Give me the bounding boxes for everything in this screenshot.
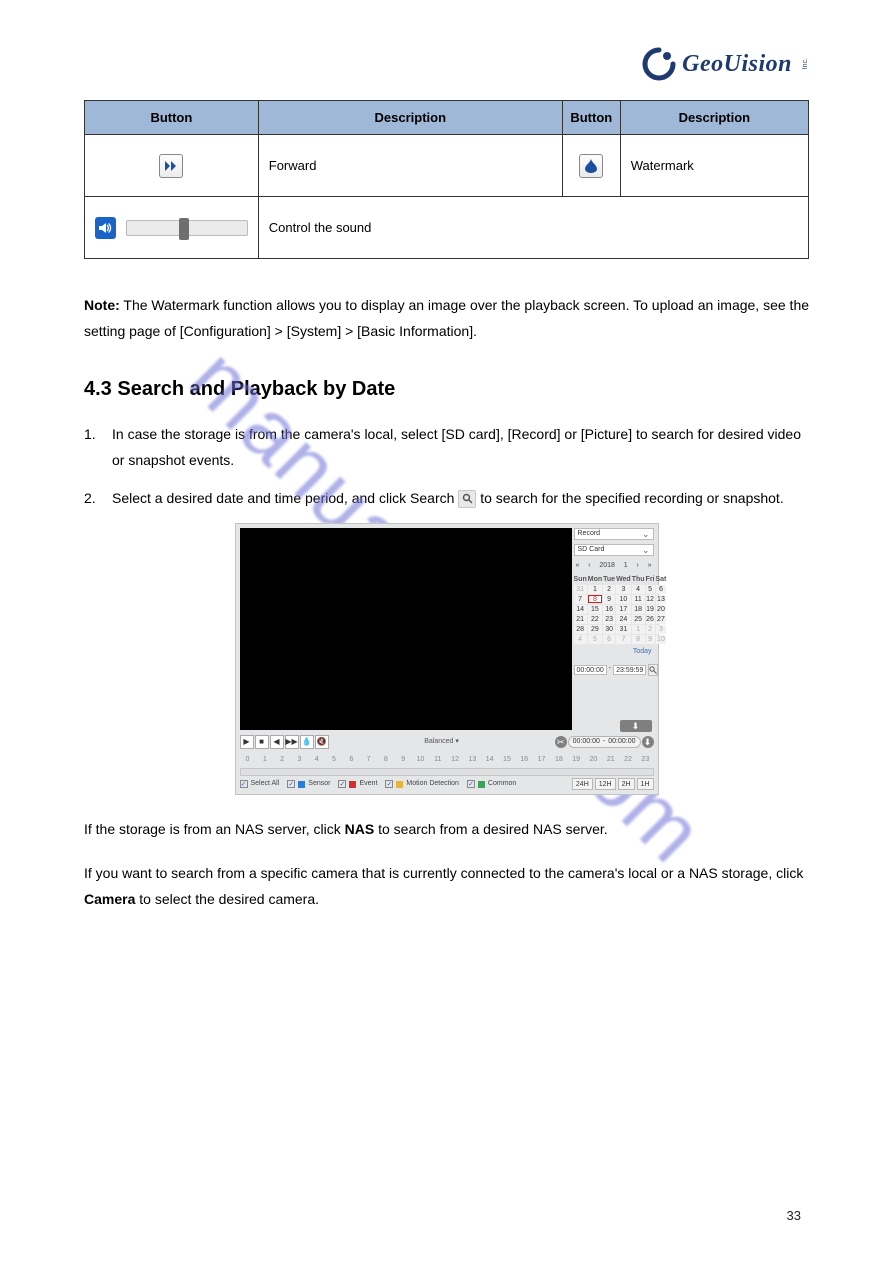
watermark-desc: Watermark <box>620 135 808 197</box>
followup-2: If you want to search from a specific ca… <box>84 861 809 913</box>
rewind-button[interactable]: ◀ <box>270 735 284 749</box>
mute-button[interactable]: 🔇 <box>315 735 329 749</box>
filter-select-all[interactable]: ✓Select All <box>240 778 280 791</box>
followup-1: If the storage is from an NAS server, cl… <box>84 817 809 843</box>
cal-month: 1 <box>624 560 628 573</box>
filter-sensor[interactable]: ✓Sensor <box>287 778 330 791</box>
clip-save-icon[interactable]: ⬇ <box>642 736 654 748</box>
step-2: 2. Select a desired date and time period… <box>84 486 809 512</box>
volume-slider <box>126 220 248 236</box>
th-desc-2: Description <box>620 101 808 135</box>
brand-wordmark: GeoUision <box>682 51 792 78</box>
brand-inc: Inc. <box>802 58 809 69</box>
time-to-input[interactable]: 23:59:59 <box>613 665 646 675</box>
zoom-2h[interactable]: 2H <box>618 778 635 790</box>
th-desc-1: Description <box>258 101 562 135</box>
forward-button[interactable]: ▶▶ <box>285 735 299 749</box>
playback-screenshot: Record SD Card « ‹ 2018 1 › » SunMonTueW… <box>235 523 659 795</box>
filter-event[interactable]: ✓Event <box>338 778 377 791</box>
time-sep: - <box>609 663 611 676</box>
calendar-header: « ‹ 2018 1 › » <box>574 560 654 573</box>
search-icon <box>458 490 476 508</box>
storage-dropdown[interactable]: SD Card <box>574 544 654 556</box>
step-2-text-b: to search for the specified recording or… <box>480 490 784 506</box>
page-number: 33 <box>787 1208 801 1223</box>
volume-desc: Control the sound <box>258 197 808 259</box>
brand-logo-icon <box>642 47 676 81</box>
quality-dropdown[interactable]: Balanced <box>330 736 554 749</box>
controls-table: Button Description Button Description Fo… <box>84 100 809 259</box>
th-button-2: Button <box>562 101 620 135</box>
brand-header: GeoUision Inc. <box>84 44 809 84</box>
playback-controls: ▶ ■ ◀ ▶▶ 💧 🔇 Balanced ✂ 00:00:00 - 00:00… <box>240 734 654 750</box>
search-button[interactable] <box>648 664 658 676</box>
cal-year: 2018 <box>599 560 615 573</box>
cal-prev-icon[interactable]: ‹ <box>588 560 590 573</box>
cal-prev2-icon[interactable]: « <box>576 560 580 573</box>
download-button[interactable]: ⬇ <box>620 720 652 732</box>
watermark-button[interactable]: 💧 <box>300 735 314 749</box>
step-1: 1. In case the storage is from the camer… <box>84 422 809 474</box>
filter-common[interactable]: ✓Common <box>467 778 516 791</box>
forward-icon <box>159 154 183 178</box>
step-1-number: 1. <box>84 422 112 474</box>
step-2-number: 2. <box>84 486 112 512</box>
watermark-icon <box>579 154 603 178</box>
side-panel: Record SD Card « ‹ 2018 1 › » SunMonTueW… <box>574 528 654 676</box>
note-text: The Watermark function allows you to dis… <box>84 297 809 339</box>
calendar-today[interactable]: Today <box>574 644 654 661</box>
filter-motion[interactable]: ✓Motion Detection <box>385 778 459 791</box>
section-title: 4.3 Search and Playback by Date <box>84 371 809 408</box>
cal-next2-icon[interactable]: » <box>648 560 652 573</box>
cal-next-icon[interactable]: › <box>636 560 638 573</box>
play-button[interactable]: ▶ <box>240 735 254 749</box>
volume-icon <box>95 217 116 239</box>
calendar-grid: SunMonTueWedThuFriSat 31123456 789101112… <box>574 575 654 644</box>
zoom-12h[interactable]: 12H <box>595 778 616 790</box>
forward-desc: Forward <box>258 135 562 197</box>
zoom-24h[interactable]: 24H <box>572 778 593 790</box>
step-2-text-a: Select a desired date and time period, a… <box>112 490 458 506</box>
note-paragraph: Note: The Watermark function allows you … <box>84 293 809 345</box>
step-1-text: In case the storage is from the camera's… <box>112 422 809 474</box>
th-button-1: Button <box>85 101 259 135</box>
note-label: Note: <box>84 297 120 313</box>
record-dropdown[interactable]: Record <box>574 528 654 540</box>
timeline[interactable]: 01234567891011121314151617181920212223 <box>240 754 654 770</box>
zoom-1h[interactable]: 1H <box>637 778 654 790</box>
clip-start-icon[interactable]: ✂ <box>555 736 567 748</box>
time-from-input[interactable]: 00:00:00 <box>574 665 607 675</box>
range-display: 00:00:00 - 00:00:00 <box>568 736 641 748</box>
video-area <box>240 528 572 730</box>
stop-button[interactable]: ■ <box>255 735 269 749</box>
